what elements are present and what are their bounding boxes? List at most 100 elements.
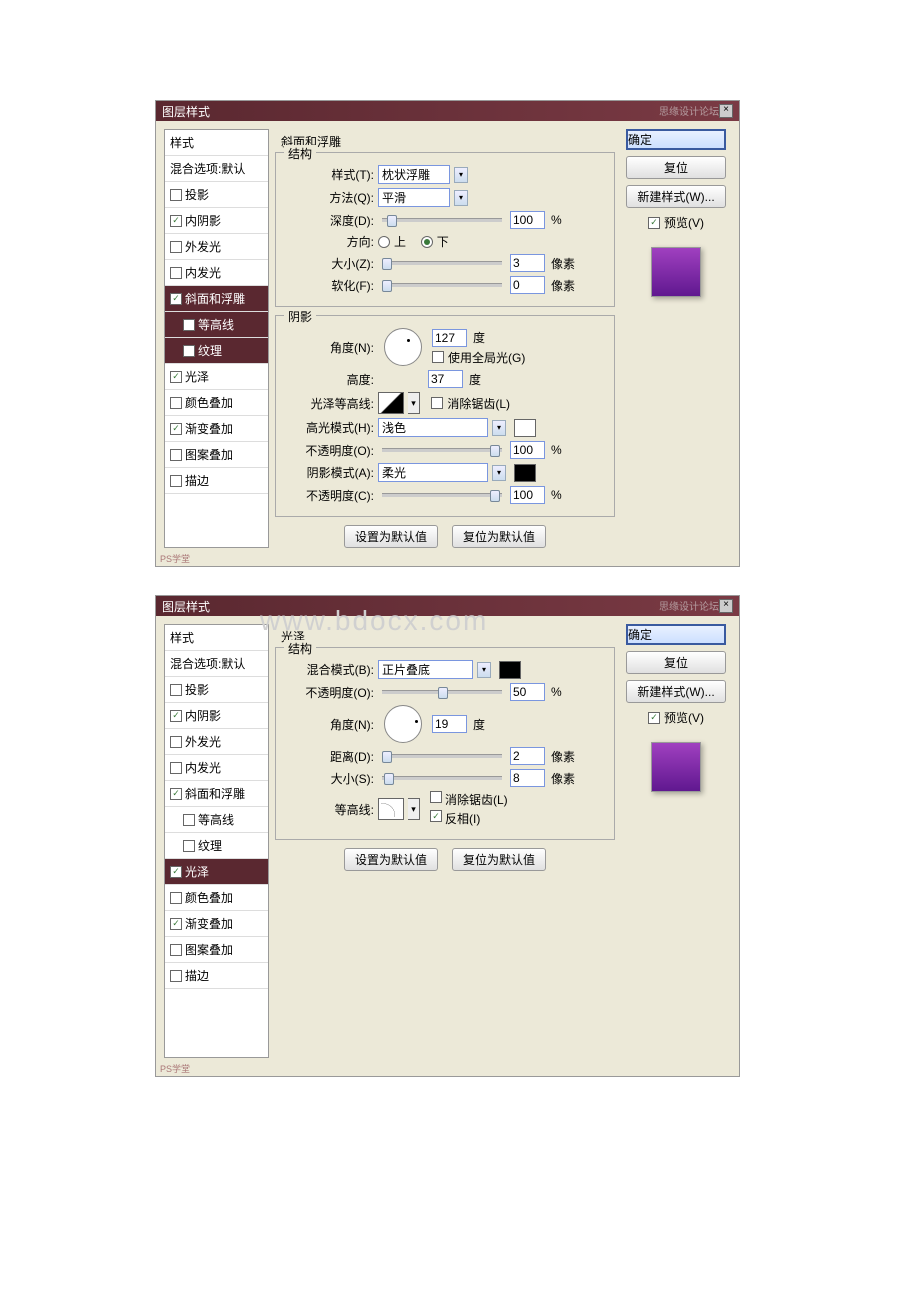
- checkbox-icon[interactable]: [183, 319, 195, 331]
- sidebar-stroke[interactable]: 描边: [165, 468, 268, 494]
- checkbox-icon[interactable]: [170, 267, 182, 279]
- new-style-button[interactable]: 新建样式(W)...: [626, 680, 726, 703]
- sidebar-drop-shadow[interactable]: 投影: [165, 677, 268, 703]
- sidebar-bevel-emboss[interactable]: 斜面和浮雕: [165, 781, 268, 807]
- checkbox-icon[interactable]: [170, 189, 182, 201]
- sidebar-pattern-overlay[interactable]: 图案叠加: [165, 937, 268, 963]
- antialias-checkbox[interactable]: [431, 397, 443, 409]
- checkbox-icon[interactable]: [648, 712, 660, 724]
- soften-input[interactable]: [510, 276, 545, 294]
- checkbox-icon[interactable]: [170, 970, 182, 982]
- checkbox-icon[interactable]: [170, 215, 182, 227]
- sidebar-styles[interactable]: 样式: [165, 625, 268, 651]
- reset-default-button[interactable]: 复位为默认值: [452, 848, 546, 871]
- shadow-mode-select[interactable]: 柔光: [378, 463, 488, 482]
- sidebar-blend-options[interactable]: 混合选项:默认: [165, 156, 268, 182]
- checkbox-icon[interactable]: [170, 293, 182, 305]
- new-style-button[interactable]: 新建样式(W)...: [626, 185, 726, 208]
- checkbox-icon[interactable]: [170, 684, 182, 696]
- checkbox-icon[interactable]: [170, 475, 182, 487]
- depth-slider[interactable]: [382, 218, 502, 222]
- highlight-color-swatch[interactable]: [514, 419, 536, 437]
- titlebar[interactable]: 图层样式 思缘设计论坛 ×: [156, 101, 739, 121]
- checkbox-icon[interactable]: [183, 345, 195, 357]
- ok-button[interactable]: 确定: [626, 624, 726, 645]
- chevron-down-icon[interactable]: ▾: [454, 167, 468, 183]
- close-icon[interactable]: ×: [719, 104, 733, 118]
- size-input[interactable]: [510, 254, 545, 272]
- sidebar-satin[interactable]: 光泽: [165, 859, 268, 885]
- direction-down-radio[interactable]: [421, 236, 433, 248]
- sidebar-inner-shadow[interactable]: 内阴影: [165, 703, 268, 729]
- sidebar-texture[interactable]: 纹理: [165, 338, 268, 364]
- cancel-button[interactable]: 复位: [626, 156, 726, 179]
- checkbox-icon[interactable]: [170, 762, 182, 774]
- depth-input[interactable]: [510, 211, 545, 229]
- shadow-color-swatch[interactable]: [514, 464, 536, 482]
- angle-input[interactable]: [432, 329, 467, 347]
- ok-button[interactable]: 确定: [626, 129, 726, 150]
- checkbox-icon[interactable]: [170, 736, 182, 748]
- angle-dial[interactable]: [384, 705, 422, 743]
- antialias-checkbox[interactable]: [430, 791, 442, 803]
- sidebar-stroke[interactable]: 描边: [165, 963, 268, 989]
- preview-checkbox-row[interactable]: 预览(V): [648, 214, 704, 231]
- checkbox-icon[interactable]: [170, 918, 182, 930]
- global-light-checkbox[interactable]: [432, 351, 444, 363]
- angle-input[interactable]: [432, 715, 467, 733]
- sidebar-gradient-overlay[interactable]: 渐变叠加: [165, 911, 268, 937]
- sidebar-inner-glow[interactable]: 内发光: [165, 260, 268, 286]
- size-input[interactable]: [510, 769, 545, 787]
- checkbox-icon[interactable]: [170, 944, 182, 956]
- invert-checkbox[interactable]: [430, 810, 442, 822]
- shadow-opacity-slider[interactable]: [382, 493, 502, 497]
- checkbox-icon[interactable]: [170, 892, 182, 904]
- distance-input[interactable]: [510, 747, 545, 765]
- blend-color-swatch[interactable]: [499, 661, 521, 679]
- soften-slider[interactable]: [382, 283, 502, 287]
- opacity-input[interactable]: [510, 683, 545, 701]
- checkbox-icon[interactable]: [183, 840, 195, 852]
- checkbox-icon[interactable]: [170, 371, 182, 383]
- blend-mode-select[interactable]: 正片叠底: [378, 660, 473, 679]
- checkbox-icon[interactable]: [170, 397, 182, 409]
- direction-up-radio[interactable]: [378, 236, 390, 248]
- sidebar-pattern-overlay[interactable]: 图案叠加: [165, 442, 268, 468]
- distance-slider[interactable]: [382, 754, 502, 758]
- size-slider[interactable]: [382, 776, 502, 780]
- sidebar-contour[interactable]: 等高线: [165, 807, 268, 833]
- highlight-opacity-input[interactable]: [510, 441, 545, 459]
- sidebar-outer-glow[interactable]: 外发光: [165, 234, 268, 260]
- checkbox-icon[interactable]: [183, 814, 195, 826]
- sidebar-contour[interactable]: 等高线: [165, 312, 268, 338]
- size-slider[interactable]: [382, 261, 502, 265]
- close-icon[interactable]: ×: [719, 599, 733, 613]
- opacity-slider[interactable]: [382, 690, 502, 694]
- chevron-down-icon[interactable]: ▾: [408, 392, 420, 414]
- chevron-down-icon[interactable]: ▾: [454, 190, 468, 206]
- checkbox-icon[interactable]: [170, 788, 182, 800]
- chevron-down-icon[interactable]: ▾: [492, 420, 506, 436]
- checkbox-icon[interactable]: [648, 217, 660, 229]
- shadow-opacity-input[interactable]: [510, 486, 545, 504]
- reset-default-button[interactable]: 复位为默认值: [452, 525, 546, 548]
- chevron-down-icon[interactable]: ▾: [492, 465, 506, 481]
- sidebar-satin[interactable]: 光泽: [165, 364, 268, 390]
- sidebar-texture[interactable]: 纹理: [165, 833, 268, 859]
- highlight-mode-select[interactable]: 浅色: [378, 418, 488, 437]
- sidebar-outer-glow[interactable]: 外发光: [165, 729, 268, 755]
- preview-checkbox-row[interactable]: 预览(V): [648, 709, 704, 726]
- chevron-down-icon[interactable]: ▾: [477, 662, 491, 678]
- sidebar-gradient-overlay[interactable]: 渐变叠加: [165, 416, 268, 442]
- chevron-down-icon[interactable]: ▾: [408, 798, 420, 820]
- gloss-contour-picker[interactable]: [378, 392, 404, 414]
- method-select[interactable]: 平滑: [378, 188, 450, 207]
- style-select[interactable]: 枕状浮雕: [378, 165, 450, 184]
- checkbox-icon[interactable]: [170, 866, 182, 878]
- sidebar-styles[interactable]: 样式: [165, 130, 268, 156]
- sidebar-color-overlay[interactable]: 颜色叠加: [165, 885, 268, 911]
- sidebar-drop-shadow[interactable]: 投影: [165, 182, 268, 208]
- highlight-opacity-slider[interactable]: [382, 448, 502, 452]
- sidebar-inner-glow[interactable]: 内发光: [165, 755, 268, 781]
- sidebar-color-overlay[interactable]: 颜色叠加: [165, 390, 268, 416]
